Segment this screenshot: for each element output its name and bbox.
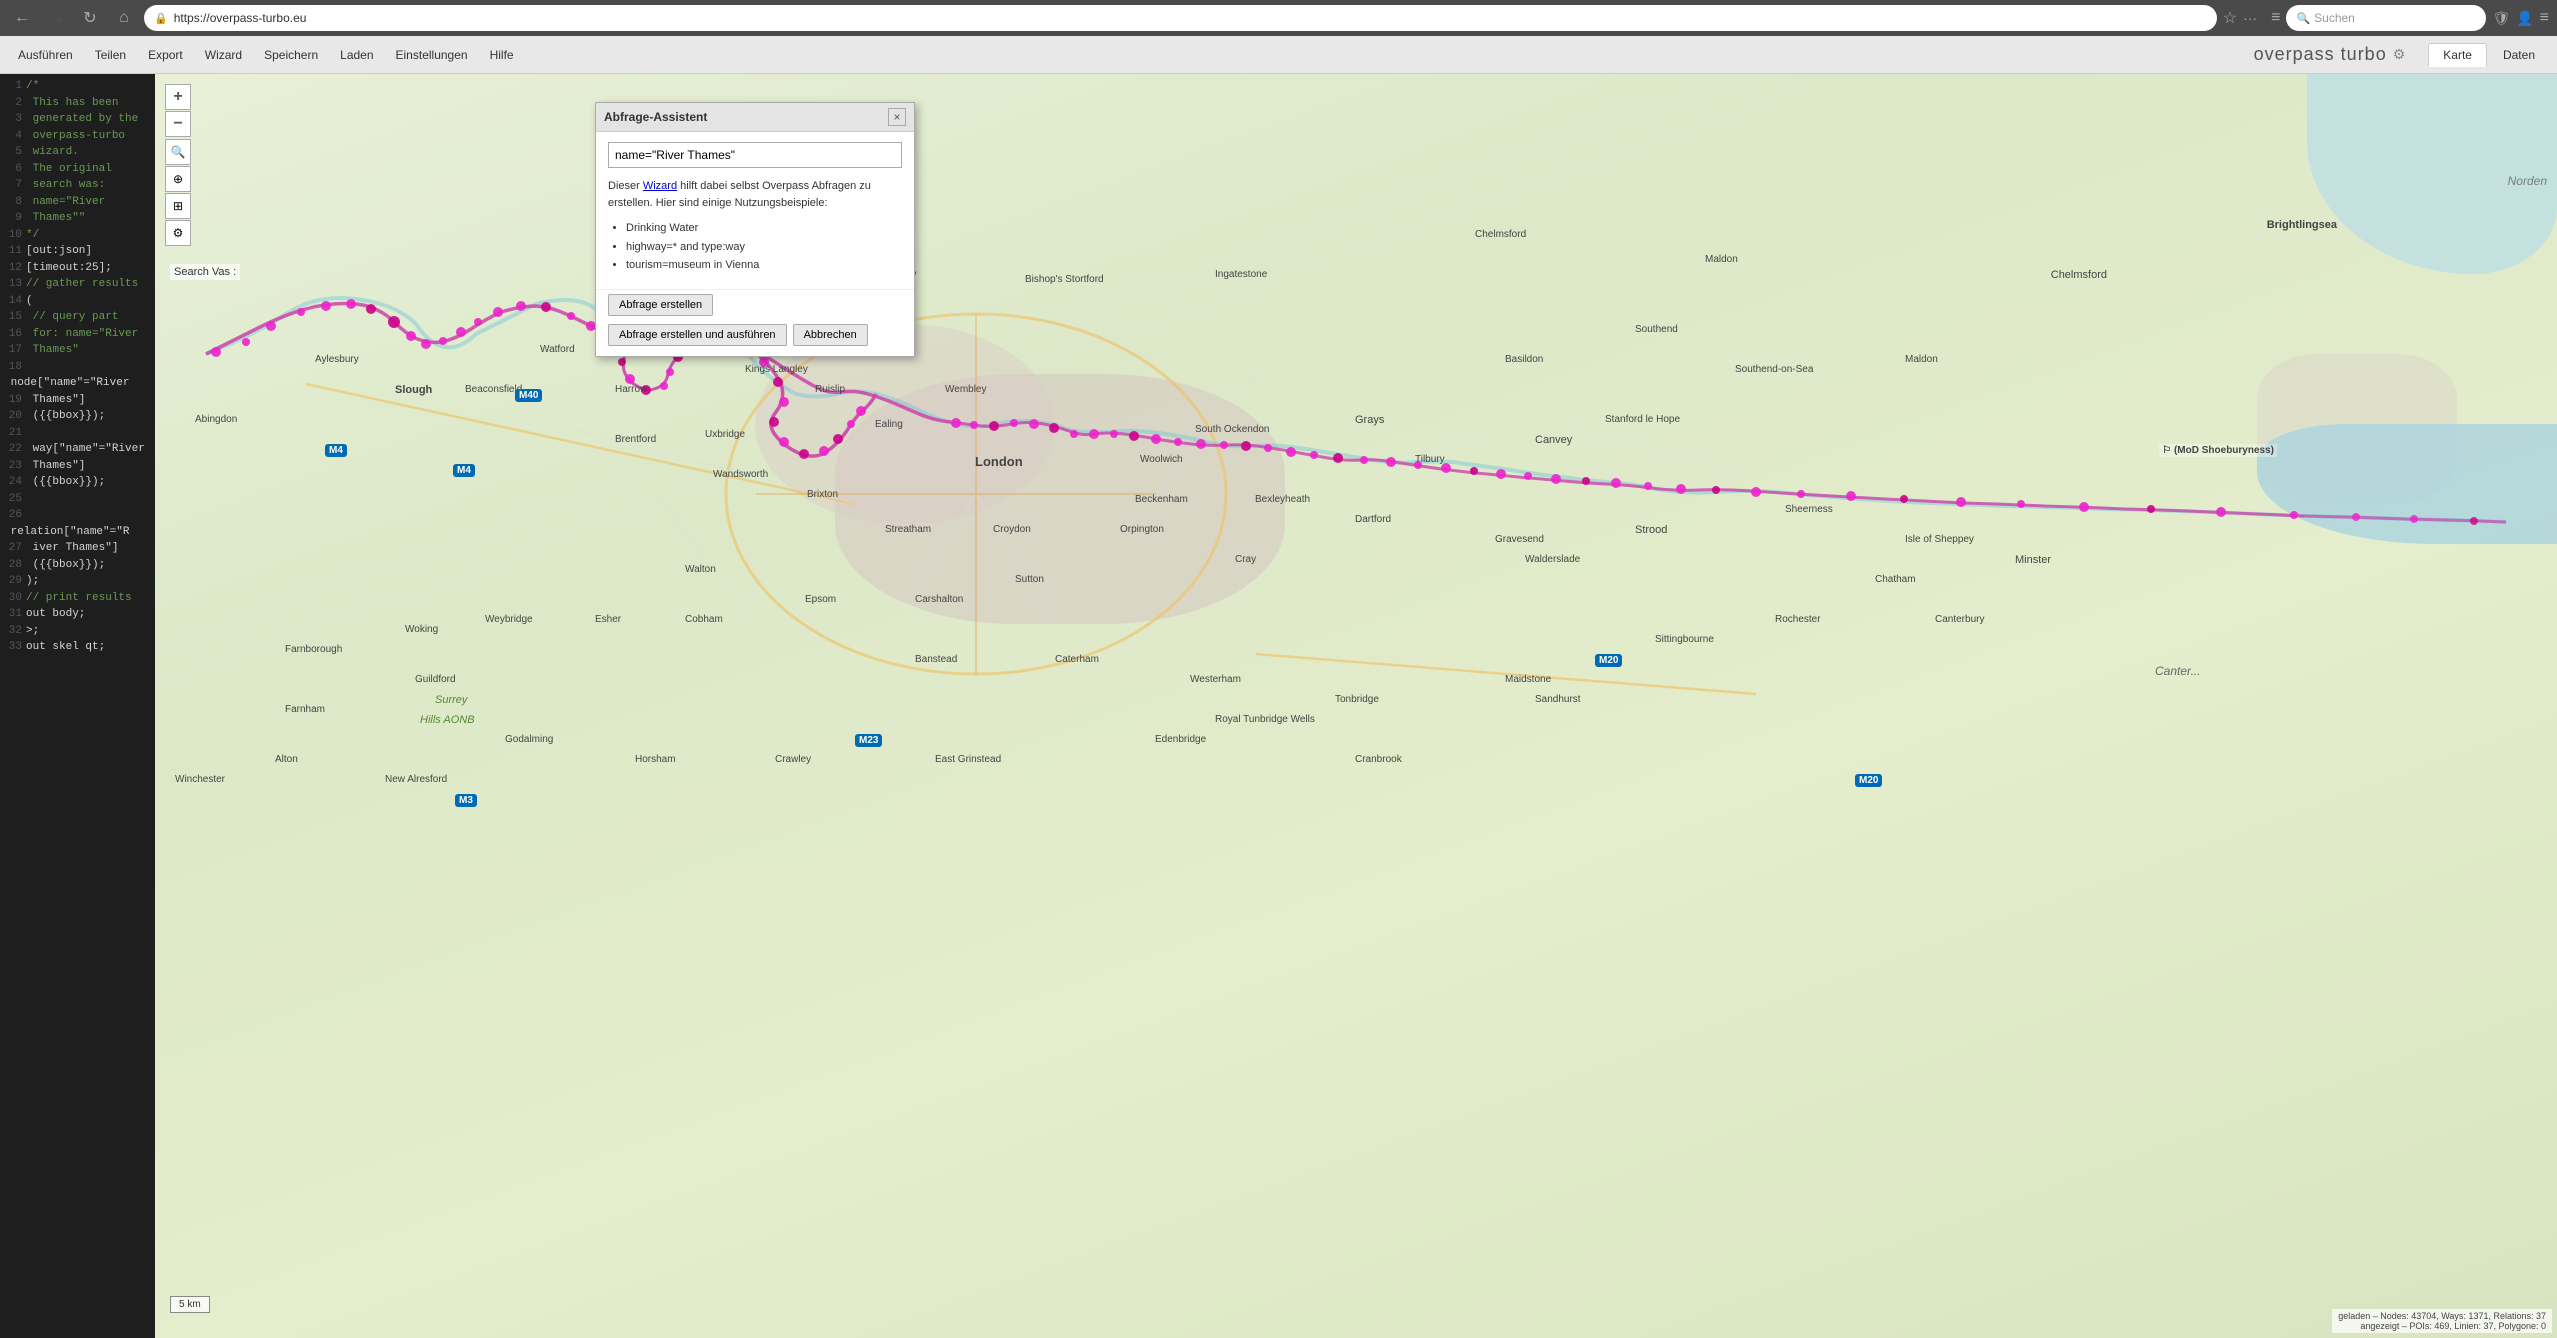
tab-data[interactable]: Daten [2489,43,2549,67]
save-button[interactable]: Speichern [254,44,328,66]
cancel-btn[interactable]: Abbrechen [793,324,868,346]
example-item-3: tourism=museum in Vienna [626,256,902,275]
map-attribution: geladen – Nodes: 43704, Ways: 1371, Rela… [2332,1309,2552,1333]
map-scale-indicator: 5 km [170,1296,210,1313]
example-item-2: highway=* and type:way [626,238,902,257]
app-title: overpass turbo ⚙ [2254,44,2407,65]
search-icon: 🔍 [2296,12,2310,25]
search-placeholder-text: Suchen [2314,11,2355,25]
search-box[interactable]: 🔍 Suchen [2286,5,2486,31]
scale-label: 5 km [179,1299,201,1310]
export-button[interactable]: Export [138,44,193,66]
thames-overlay [155,74,2557,1338]
search-vas-label: Search Vas : [170,264,240,280]
tab-buttons: Karte Daten [2428,43,2549,67]
refresh-btn[interactable]: ↻ [76,4,104,32]
map-area[interactable]: Brightlingsea Norden St Albans Chelmsfor… [155,74,2557,1338]
wizard-button[interactable]: Wizard [195,44,252,66]
dialog-examples-list: Drinking Water highway=* and type:way to… [608,219,902,275]
address-bar[interactable]: 🔒 https://overpass-turbo.eu [144,5,2217,31]
wizard-input[interactable] [608,142,902,168]
create-run-query-btn[interactable]: Abfrage erstellen und ausführen [608,324,787,346]
home-btn[interactable]: ⌂ [110,4,138,32]
back-btn[interactable]: ← [8,4,36,32]
create-query-btn[interactable]: Abfrage erstellen [608,294,713,316]
dialog-desc-pre: Dieser [608,180,643,192]
settings-button[interactable]: Einstellungen [386,44,478,66]
dialog-button-row-1: Abfrage erstellen [596,289,914,320]
lock-icon: 🔒 [154,12,168,25]
dialog-description: Dieser Wizard hilft dabei selbst Overpas… [608,178,902,211]
menu-dots[interactable]: ··· [2243,10,2257,26]
app-title-icon: ⚙ [2393,46,2407,63]
profile-icon[interactable]: 👤 [2516,10,2533,27]
example-item-1: Drinking Water [626,219,902,238]
forward-btn[interactable]: → [42,4,70,32]
run-button[interactable]: Ausführen [8,44,83,66]
browser-menu-icon[interactable]: ≡ [2540,9,2549,27]
wizard-link[interactable]: Wizard [643,180,677,192]
map-background: Brightlingsea Norden St Albans Chelmsfor… [155,74,2557,1338]
shield-icon: 🛡 [2492,10,2510,27]
main-content: 1/* 2 This has been 3 generated by the 4… [0,74,2557,1338]
dialog-body: Dieser Wizard hilft dabei selbst Overpas… [596,132,914,289]
dialog-title: Abfrage-Assistent [604,110,707,124]
map-locate-btn[interactable]: ⊕ [165,166,191,192]
sidebar-toggle-icon[interactable]: ≡ [2271,9,2280,27]
dialog-titlebar: Abfrage-Assistent × [596,103,914,132]
help-button[interactable]: Hilfe [480,44,524,66]
map-zoom-controls: + − [165,84,191,137]
map-search-control: 🔍 ⊕ ⊞ ⚙ [165,139,191,246]
url-text: https://overpass-turbo.eu [174,11,307,25]
browser-toolbar: ← → ↻ ⌂ 🔒 https://overpass-turbo.eu ☆ ··… [0,0,2557,36]
tab-map[interactable]: Karte [2428,43,2487,67]
zoom-in-btn[interactable]: + [165,84,191,110]
bookmark-icon[interactable]: ☆ [2223,8,2237,28]
code-panel: 1/* 2 This has been 3 generated by the 4… [0,74,155,1338]
share-button[interactable]: Teilen [85,44,136,66]
wizard-dialog[interactable]: Abfrage-Assistent × Dieser Wizard hilft … [595,102,915,357]
dialog-close-btn[interactable]: × [888,108,906,126]
map-options-btn[interactable]: ⚙ [165,220,191,246]
map-search-btn[interactable]: 🔍 [165,139,191,165]
zoom-out-btn[interactable]: − [165,111,191,137]
app-toolbar: Ausführen Teilen Export Wizard Speichern… [0,36,2557,74]
map-layers-btn[interactable]: ⊞ [165,193,191,219]
dialog-button-row-2: Abfrage erstellen und ausführen Abbreche… [596,320,914,356]
load-button[interactable]: Laden [330,44,383,66]
